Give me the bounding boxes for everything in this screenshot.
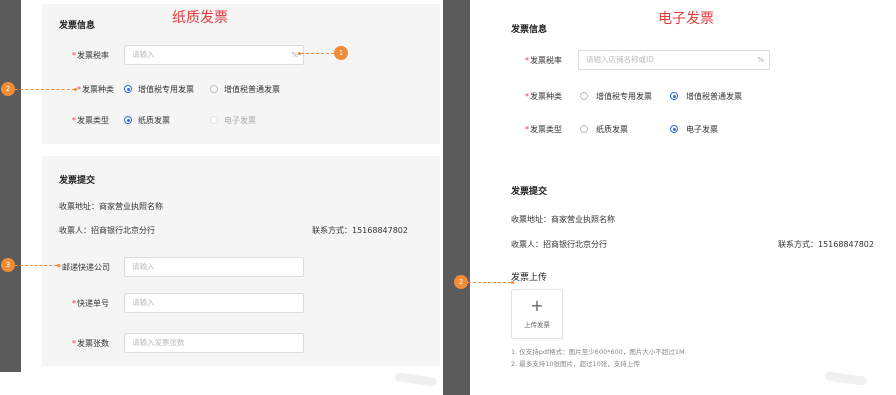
left-type-electronic-radio[interactable] [210,116,218,124]
annotation-1-line [301,53,334,54]
decorative-swoosh [394,372,438,387]
left-heading: 纸质发票 [172,10,228,26]
left-recipient-text: 收票人：招商银行北京分行 [59,226,155,235]
annotation-2-line-right [468,282,511,283]
left-edge-bar [0,0,21,372]
right-invoice-info-title: 发票信息 [511,25,548,35]
right-type-electronic-radio[interactable] [670,125,678,133]
left-count-input[interactable]: 请输入发票张数 [124,333,304,353]
left-count-label: *发票张数 [72,339,109,348]
right-tax-rate-label: *发票税率 [525,56,562,65]
left-invoice-submit-title: 发票提交 [59,176,96,186]
upload-note-1: 1. 仅支持pdf格式：图片至少600*600，图片大小不超过1M [511,348,685,356]
left-invoice-kind-label: *发票种类 [77,85,114,94]
left-courier-label: *邮递快递公司 [57,263,110,272]
left-tax-rate-label: *发票税率 [72,51,109,60]
right-type-electronic-label[interactable]: 电子发票 [686,124,718,135]
left-kind-normal-radio[interactable] [210,85,218,93]
annotation-2-dot [74,88,77,91]
annotation-3-badge: 3 [1,258,15,272]
left-address-text: 收票地址：商家营业执照名称 [59,202,163,211]
annotation-3-dot [57,264,60,267]
annotation-2-badge: 2 [1,82,15,96]
right-kind-special-label[interactable]: 增值税专用发票 [596,91,652,102]
right-heading: 电子发票 [658,11,714,27]
left-contact-text: 联系方式：15168847802 [312,226,408,235]
right-invoice-submit-title: 发票提交 [511,187,548,197]
right-contact-text: 联系方式：15168847802 [778,240,874,249]
annotation-1-badge: 1 [334,46,348,60]
right-type-paper-radio[interactable] [580,125,588,133]
left-tracking-label: *快递单号 [72,299,109,308]
upload-note-2: 2. 最多支持10张图片，超过10张，支持上传 [511,360,640,368]
annotation-3-line [15,265,57,266]
right-tax-rate-input[interactable]: 请输入店铺名称或ID % [578,50,770,70]
left-tracking-input[interactable]: 请输入 [124,293,304,313]
left-kind-normal-label[interactable]: 增值税普通发票 [224,84,280,95]
left-invoice-info-title: 发票信息 [59,21,96,31]
upload-label: 上传发票 [524,321,550,329]
left-courier-input[interactable]: 请输入 [124,257,304,277]
left-type-paper-label[interactable]: 纸质发票 [138,115,170,126]
left-type-electronic-label[interactable]: 电子发票 [224,115,256,126]
left-type-paper-radio[interactable] [124,116,132,124]
right-invoice-kind-label: *发票种类 [525,92,562,101]
right-kind-normal-radio[interactable] [670,92,678,100]
plus-icon: + [530,296,544,315]
left-kind-special-label[interactable]: 增值税专用发票 [138,84,194,95]
annotation-2-badge-right: 2 [454,275,468,289]
center-divider-bar [443,0,470,395]
annotation-2-line [15,89,75,90]
right-address-text: 收票地址：商家营业执照名称 [511,215,615,224]
upload-invoice-button[interactable]: + 上传发票 [511,289,563,339]
left-tax-rate-input[interactable]: 请输入 % [124,45,304,65]
right-upload-title: 发票上传 [511,273,548,283]
annotation-2-dot-right [511,281,514,284]
percent-suffix: % [291,51,298,59]
percent-suffix: % [757,56,764,64]
left-kind-special-radio[interactable] [124,85,132,93]
right-invoice-type-label: *发票类型 [525,125,562,134]
right-recipient-text: 收票人：招商银行北京分行 [511,240,607,249]
left-invoice-type-label: *发票类型 [72,116,109,125]
right-kind-special-radio[interactable] [580,92,588,100]
right-kind-normal-label[interactable]: 增值税普通发票 [686,91,742,102]
right-type-paper-label[interactable]: 纸质发票 [596,124,628,135]
decorative-swoosh [824,371,868,386]
